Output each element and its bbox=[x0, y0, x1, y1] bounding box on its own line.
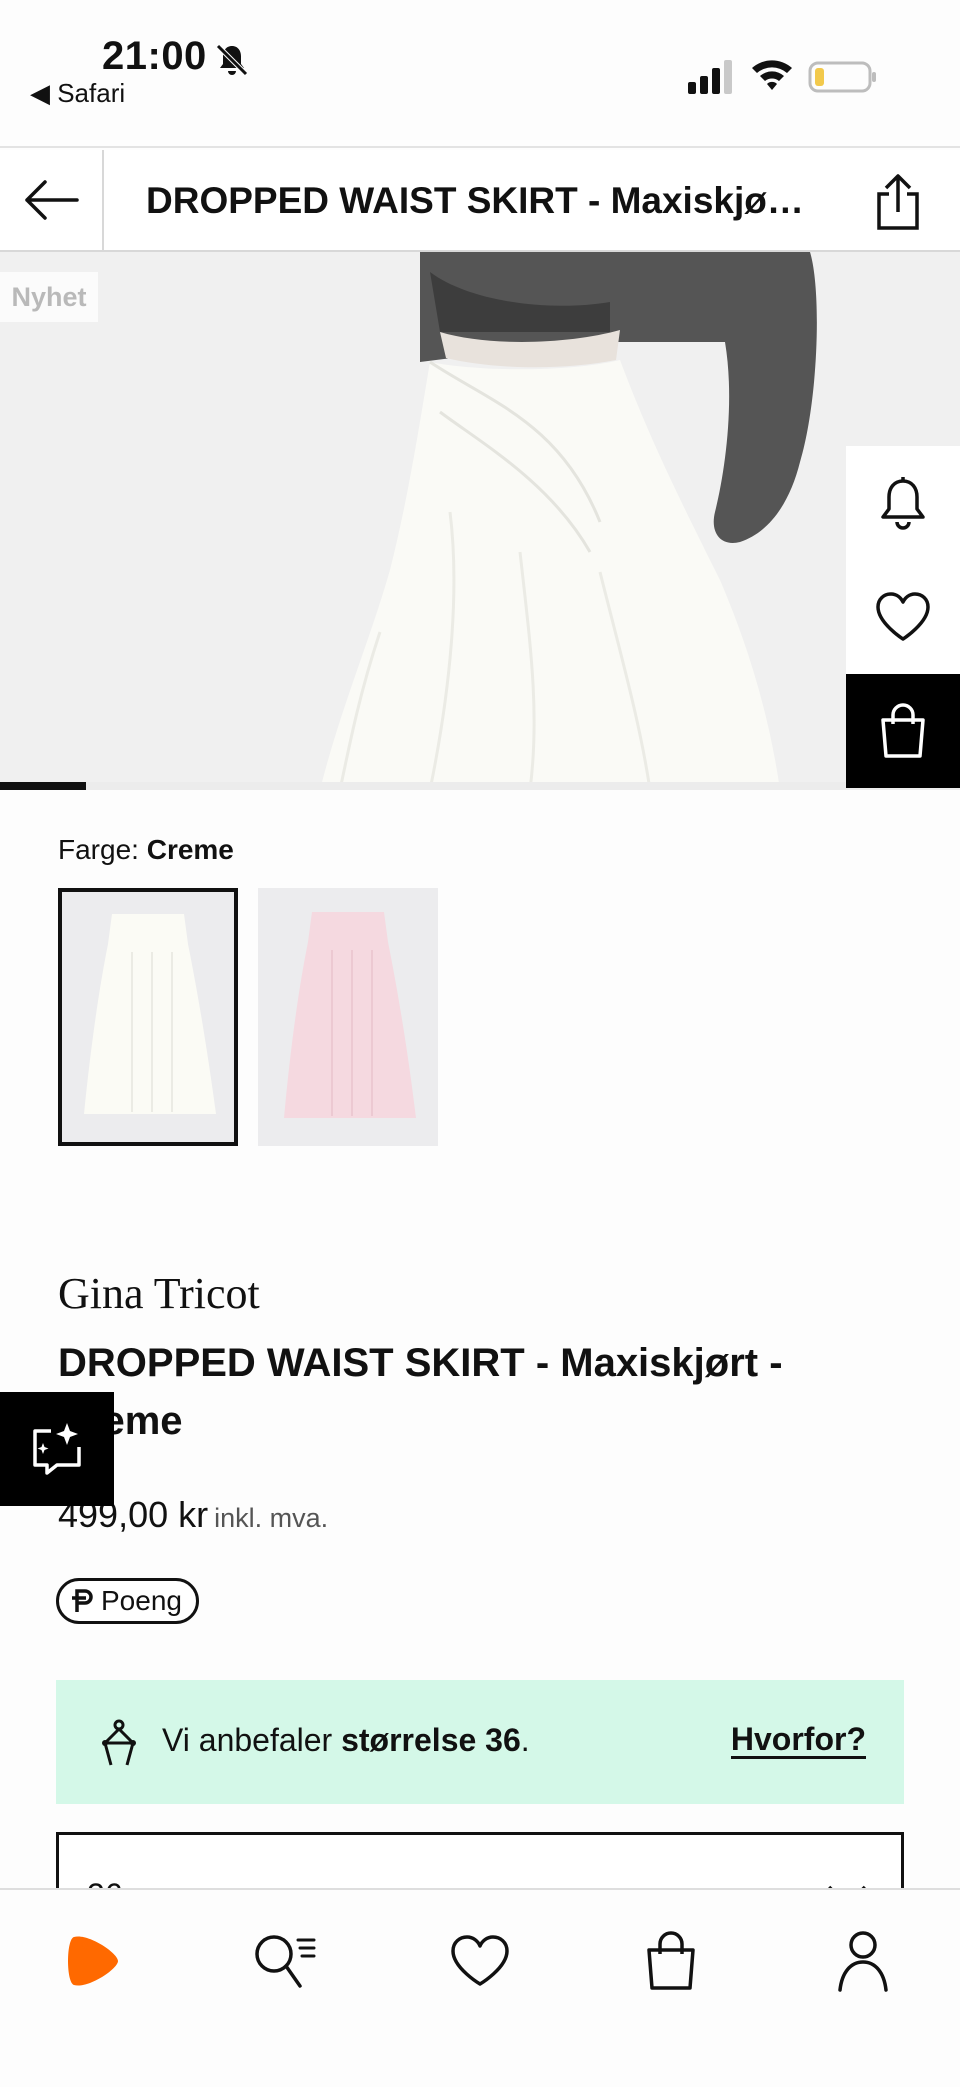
assistant-button[interactable] bbox=[0, 1392, 114, 1506]
points-badge[interactable]: Poeng bbox=[56, 1578, 199, 1624]
add-to-bag-button[interactable] bbox=[846, 674, 960, 788]
vat-note: inkl. mva. bbox=[214, 1503, 329, 1533]
recommendation-prefix: Vi anbefaler bbox=[162, 1722, 342, 1758]
product-image-gallery[interactable]: Nyhet bbox=[0, 252, 960, 790]
heart-icon bbox=[876, 592, 930, 641]
back-to-safari[interactable]: ◀ Safari bbox=[30, 78, 125, 109]
wishlist-button[interactable] bbox=[846, 560, 960, 674]
color-label: Farge: Creme bbox=[58, 834, 234, 866]
search-icon bbox=[255, 1935, 316, 1988]
size-recommendation: Vi anbefaler størrelse 36. Hvorfor? bbox=[56, 1680, 904, 1804]
share-button[interactable] bbox=[868, 172, 928, 232]
cellular-signal-icon bbox=[688, 60, 732, 94]
color-label-text: Farge: bbox=[58, 834, 139, 865]
tab-bag[interactable] bbox=[626, 1916, 716, 2006]
color-swatch-rosa[interactable] bbox=[258, 888, 438, 1146]
arrow-left-icon bbox=[25, 180, 79, 220]
zalando-logo-icon bbox=[68, 1936, 118, 1986]
status-time: 21:00 bbox=[102, 34, 207, 78]
color-value: Creme bbox=[146, 834, 234, 865]
notify-button[interactable] bbox=[846, 446, 960, 560]
profile-icon bbox=[838, 1931, 888, 1992]
gallery-progress-fill bbox=[0, 782, 87, 790]
swatch-image-creme bbox=[62, 892, 234, 1142]
points-label: Poeng bbox=[101, 1585, 182, 1616]
product-photo bbox=[0, 252, 960, 790]
product-header: DROPPED WAIST SKIRT - Maxiskjørt - Creme bbox=[0, 150, 960, 252]
brand-name[interactable]: Gina Tricot bbox=[58, 1268, 260, 1319]
points-icon bbox=[72, 1589, 93, 1612]
bell-icon bbox=[881, 477, 925, 530]
product-name: DROPPED WAIST SKIRT - Maxiskjørt - Creme bbox=[58, 1341, 783, 1443]
header-title: DROPPED WAIST SKIRT - Maxiskjørt - Creme bbox=[146, 180, 816, 221]
wifi-icon bbox=[752, 60, 792, 90]
heart-icon bbox=[451, 1935, 509, 1986]
shopping-bag-icon bbox=[647, 1931, 695, 1990]
recommended-size: størrelse 36 bbox=[341, 1722, 521, 1758]
share-icon bbox=[877, 174, 919, 230]
tab-wishlist[interactable] bbox=[435, 1916, 525, 2006]
tab-profile[interactable] bbox=[818, 1916, 908, 2006]
recommendation-text: Vi anbefaler størrelse 36. bbox=[162, 1722, 530, 1759]
side-actions bbox=[846, 446, 960, 788]
battery-icon bbox=[808, 61, 876, 93]
shopping-bag-icon bbox=[881, 703, 925, 758]
new-badge: Nyhet bbox=[0, 272, 98, 322]
tab-search[interactable] bbox=[240, 1916, 330, 2006]
assistant-icon bbox=[33, 1423, 81, 1475]
color-swatch-creme[interactable] bbox=[58, 888, 238, 1146]
swatch-image-rosa bbox=[258, 888, 438, 1146]
bottom-tab-bar bbox=[0, 1888, 960, 2087]
size-fit-icon bbox=[102, 1719, 136, 1766]
gallery-progress bbox=[0, 782, 960, 790]
tab-home[interactable] bbox=[50, 1916, 140, 2006]
bell-off-icon bbox=[216, 44, 248, 76]
why-link[interactable]: Hvorfor? bbox=[730, 1722, 866, 1759]
recommendation-suffix: . bbox=[520, 1722, 530, 1758]
back-button[interactable] bbox=[0, 150, 104, 250]
status-bar: 21:00 ◀ Safari bbox=[0, 0, 960, 148]
